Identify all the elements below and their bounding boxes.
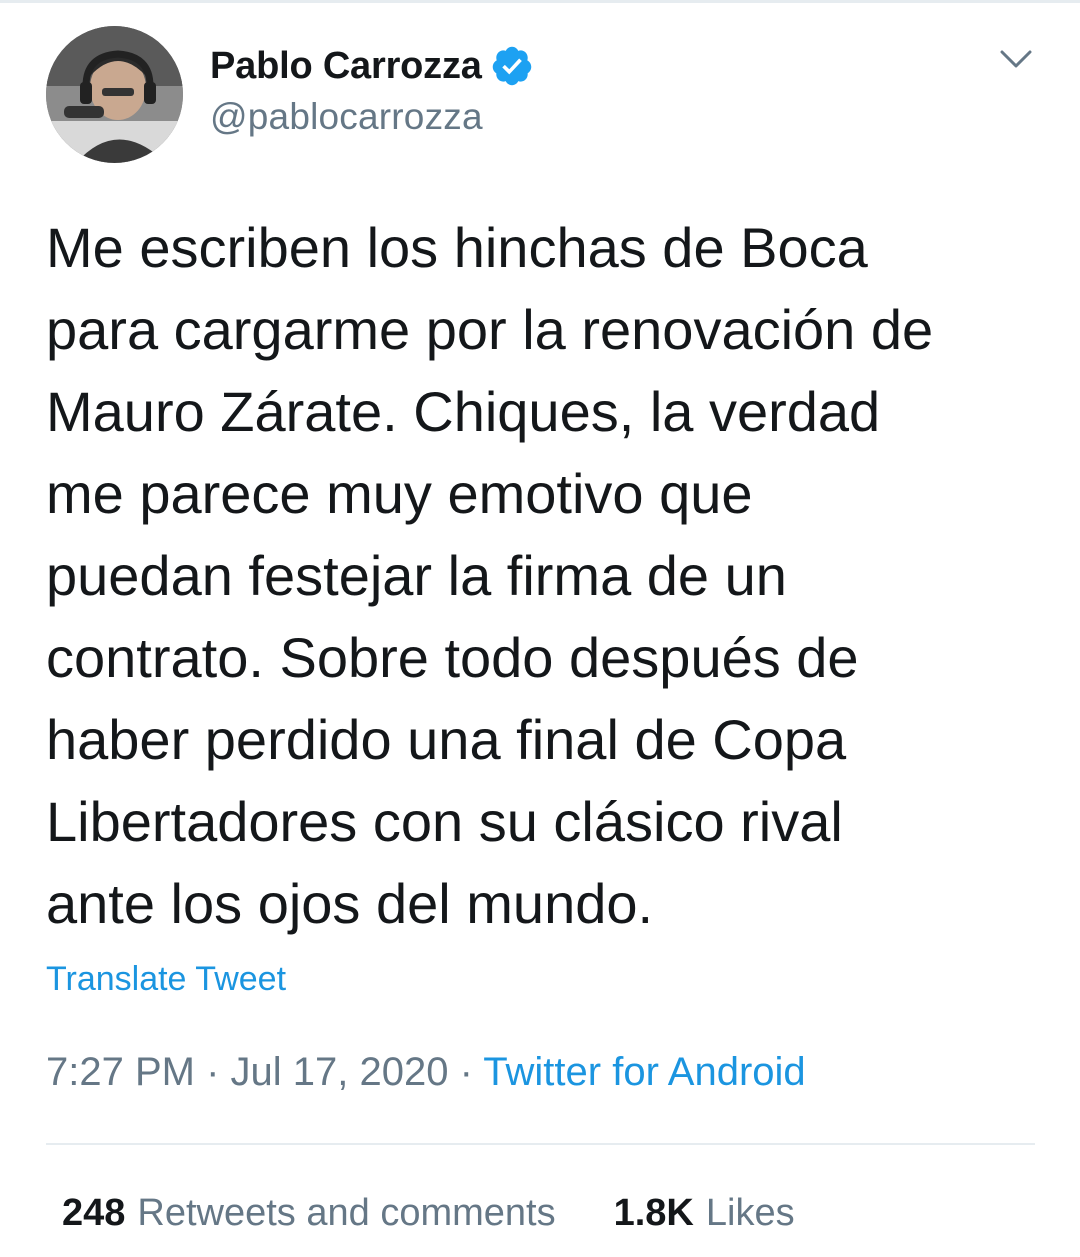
meta-separator: · [448, 1050, 484, 1094]
meta-separator: · [194, 1050, 231, 1094]
avatar[interactable] [46, 26, 183, 163]
avatar-photo [46, 26, 183, 163]
tweet-stats: 248 Retweets and comments 1.8K Likes [62, 1192, 795, 1235]
author-display-name[interactable]: Pablo Carrozza [210, 45, 482, 88]
retweets-stat[interactable]: 248 Retweets and comments [62, 1192, 556, 1235]
tweet-text: Me escriben los hinchas de Boca para car… [46, 216, 934, 935]
chevron-down-icon[interactable] [996, 44, 1036, 74]
author-name-row: Pablo Carrozza [210, 40, 534, 92]
likes-label: Likes [705, 1192, 795, 1234]
retweets-count: 248 [62, 1192, 126, 1234]
likes-stat[interactable]: 1.8K Likes [614, 1192, 795, 1235]
tweet-meta: 7:27 PM · Jul 17, 2020 · Twitter for And… [46, 1050, 806, 1095]
author-block: Pablo Carrozza @pablocarrozza [210, 40, 534, 138]
translate-tweet-link[interactable]: Translate Tweet [46, 960, 286, 999]
likes-count: 1.8K [613, 1192, 694, 1234]
tweet-source-link[interactable]: Twitter for Android [483, 1050, 805, 1094]
top-divider [0, 0, 1080, 3]
author-handle[interactable]: @pablocarrozza [210, 96, 534, 138]
retweets-label: Retweets and comments [137, 1192, 556, 1234]
tweet-date: Jul 17, 2020 [230, 1050, 449, 1094]
tweet-time: 7:27 PM [46, 1050, 195, 1094]
stats-divider [46, 1143, 1035, 1145]
verified-badge-icon [490, 44, 534, 88]
